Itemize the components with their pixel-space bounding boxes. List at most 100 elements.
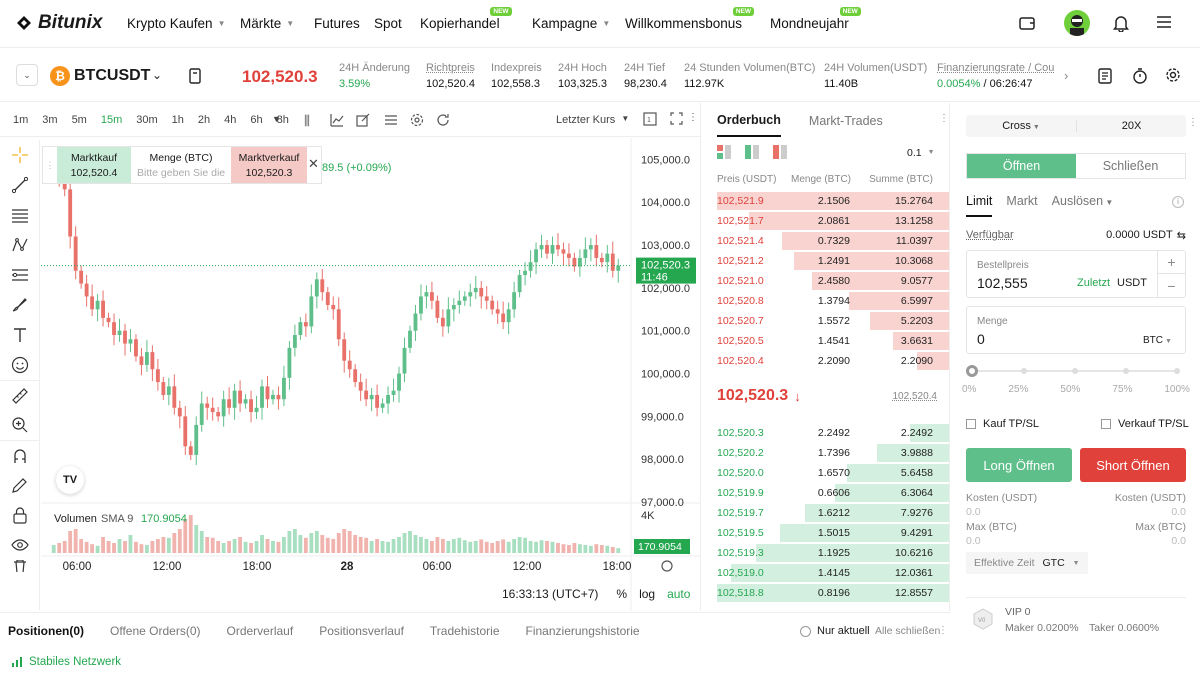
fib-icon[interactable] xyxy=(0,260,40,290)
text-tool-icon[interactable] xyxy=(0,320,40,350)
scroll-right-chevron-icon[interactable]: › xyxy=(1064,68,1068,83)
zoom-in-icon[interactable] xyxy=(0,410,40,440)
leverage-select[interactable]: 20X xyxy=(1076,120,1186,132)
drag-handle-icon[interactable]: ⋮ xyxy=(43,147,57,183)
ask-row[interactable]: 102,521.0 2.4580 9.0577 xyxy=(701,271,949,291)
horizontal-lines-icon[interactable] xyxy=(0,200,40,230)
latest-price-button[interactable]: Zuletzt xyxy=(1077,277,1110,289)
draw-icon[interactable] xyxy=(356,113,370,130)
tab-trigger[interactable]: Auslösen ▼ xyxy=(1052,194,1114,217)
percent-toggle[interactable]: % xyxy=(616,587,627,601)
tab-limit[interactable]: Limit xyxy=(966,194,993,217)
buy-tpsl-checkbox[interactable]: Kauf TP/SL xyxy=(966,418,1039,430)
orderbook-more-icon[interactable]: ⋮ xyxy=(939,113,949,124)
nav-item-7[interactable]: Mondneujahr NEW xyxy=(770,7,861,31)
screenshot-icon[interactable]: 1 xyxy=(643,112,657,129)
ask-row[interactable]: 102,521.4 0.7329 11.0397 xyxy=(701,231,949,251)
price-source-select[interactable]: Letzter Kurs ▼ xyxy=(556,114,629,126)
bottom-tab-3[interactable]: Positionsverlauf xyxy=(319,624,404,638)
nav-item-4[interactable]: Kopierhandel NEW xyxy=(420,7,512,31)
timeframe-1m[interactable]: 1m xyxy=(13,114,28,126)
quantity-field[interactable]: Menge 0 BTC ▼ xyxy=(966,306,1186,354)
avatar[interactable] xyxy=(1064,10,1090,36)
slider-mark[interactable]: 50% xyxy=(1060,384,1080,395)
brush-icon[interactable] xyxy=(0,290,40,320)
bell-icon[interactable] xyxy=(1113,14,1129,35)
document-icon[interactable] xyxy=(188,68,202,87)
list-settings-icon[interactable] xyxy=(384,113,398,130)
pencil-lock-icon[interactable] xyxy=(0,470,40,500)
timeframe-5m[interactable]: 5m xyxy=(72,114,87,126)
nav-item-1[interactable]: Märkte ▼ xyxy=(240,16,294,31)
ask-row[interactable]: 102,520.8 1.3794 6.5997 xyxy=(701,291,949,311)
bid-row[interactable]: 102,519.5 1.5015 9.4291 xyxy=(701,523,949,543)
nav-item-3[interactable]: Spot xyxy=(374,16,402,31)
ask-row[interactable]: 102,520.4 2.2090 2.2090 xyxy=(701,351,949,371)
slider-tick[interactable] xyxy=(1174,368,1180,374)
panel-more-icon[interactable]: ⋮ xyxy=(1188,117,1198,128)
price-decrement-button[interactable]: − xyxy=(1157,274,1185,297)
tab-orderbook[interactable]: Orderbuch xyxy=(717,113,781,137)
order-price-value[interactable]: 102,555 xyxy=(977,275,1028,291)
slider-tick[interactable] xyxy=(1072,368,1078,374)
bottom-tab-5[interactable]: Finanzierungshistorie xyxy=(526,624,640,638)
slider-mark[interactable]: 100% xyxy=(1164,384,1190,395)
close-tab[interactable]: Schließen xyxy=(1076,154,1185,178)
tab-market[interactable]: Markt xyxy=(1006,194,1037,217)
lock-icon[interactable] xyxy=(0,500,40,530)
order-price-field[interactable]: Bestellpreis 102,555 Zuletzt USDT + − xyxy=(966,250,1186,298)
view-both-icon[interactable] xyxy=(717,145,731,159)
trend-line-icon[interactable] xyxy=(0,170,40,200)
nav-item-2[interactable]: Futures xyxy=(314,16,360,31)
quantity-unit-select[interactable]: BTC ▼ xyxy=(1143,335,1172,346)
precision-select[interactable]: 0.1 ▼ xyxy=(907,147,935,159)
quantity-slider[interactable] xyxy=(966,364,1186,378)
chart-more-icon[interactable]: ⋮ xyxy=(688,112,698,123)
bid-row[interactable]: 102,519.7 1.6212 7.9276 xyxy=(701,503,949,523)
bid-row[interactable]: 102,520.2 1.7396 3.9888 xyxy=(701,443,949,463)
timeframe-4h[interactable]: 4h xyxy=(224,114,236,126)
pattern-icon[interactable] xyxy=(0,230,40,260)
bottom-tab-0[interactable]: Positionen(0) xyxy=(8,624,84,638)
refresh-icon[interactable] xyxy=(436,113,450,130)
bid-row[interactable]: 102,518.8 0.8196 12.8557 xyxy=(701,583,949,603)
auto-toggle[interactable]: auto xyxy=(667,587,690,601)
slider-mark[interactable]: 0% xyxy=(962,384,976,395)
ask-row[interactable]: 102,521.9 2.1506 15.2764 xyxy=(701,191,949,211)
time-in-force-select[interactable]: Effektive Zeit GTC ▼ xyxy=(966,552,1088,574)
view-asks-icon[interactable] xyxy=(773,145,787,159)
ask-row[interactable]: 102,521.7 2.0861 13.1258 xyxy=(701,211,949,231)
market-sell-button[interactable]: Marktverkauf 102,520.3 xyxy=(231,147,307,183)
crosshair-icon[interactable] xyxy=(0,140,40,170)
tabs-more-icon[interactable]: ⋮ xyxy=(938,625,948,636)
timeframe-1h[interactable]: 1h xyxy=(172,114,184,126)
slider-handle[interactable] xyxy=(966,365,978,377)
symbol-name[interactable]: BTCUSDT xyxy=(74,67,150,85)
timer-icon[interactable] xyxy=(1132,67,1148,87)
bid-row[interactable]: 102,519.9 0.6606 6.3064 xyxy=(701,483,949,503)
view-bids-icon[interactable] xyxy=(745,145,759,159)
chart-gear-icon[interactable] xyxy=(410,113,424,130)
slider-tick[interactable] xyxy=(1021,368,1027,374)
nav-item-6[interactable]: Willkommensbonus NEW xyxy=(625,7,755,31)
magnet-icon[interactable] xyxy=(0,440,40,470)
bid-row[interactable]: 102,519.3 1.1925 10.6216 xyxy=(701,543,949,563)
quantity-value[interactable]: 0 xyxy=(977,331,985,347)
bottom-tab-1[interactable]: Offene Orders(0) xyxy=(110,624,200,638)
price-chart[interactable]: 105,000.0 104,000.0 103,000.0 102,000.0 101,… xyxy=(41,138,700,611)
margin-mode-select[interactable]: Cross ▼ xyxy=(966,120,1076,132)
sell-tpsl-box[interactable] xyxy=(1101,419,1111,429)
ask-row[interactable]: 102,520.7 1.5572 5.2203 xyxy=(701,311,949,331)
bottom-tab-4[interactable]: Tradehistorie xyxy=(430,624,500,638)
slider-mark[interactable]: 25% xyxy=(1008,384,1028,395)
long-open-button[interactable]: Long Öffnen xyxy=(966,448,1072,482)
slider-mark[interactable]: 75% xyxy=(1112,384,1132,395)
timeframe-6h[interactable]: 6h xyxy=(250,114,262,126)
sell-tpsl-checkbox[interactable]: Verkauf TP/SL xyxy=(1101,418,1189,430)
close-all-button[interactable]: Alle schließen xyxy=(875,625,940,637)
emoji-icon[interactable] xyxy=(0,350,40,380)
settings-gear-icon[interactable] xyxy=(1165,67,1181,86)
buy-tpsl-box[interactable] xyxy=(966,419,976,429)
transfer-icon[interactable]: ⇆ xyxy=(1177,229,1186,242)
nav-item-5[interactable]: Kampagne ▼ xyxy=(532,16,610,31)
